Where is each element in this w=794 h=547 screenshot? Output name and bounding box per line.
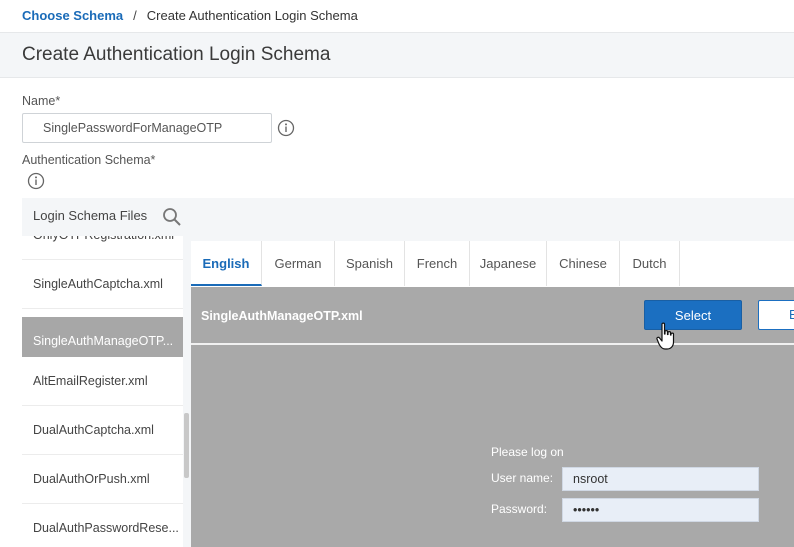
breadcrumb: Choose Schema / Create Authentication Logi…	[0, 0, 794, 32]
breadcrumb-separator: /	[133, 8, 137, 23]
breadcrumb-current: Create Authentication Login Schema	[146, 8, 358, 23]
tab-spanish[interactable]: Spanish	[335, 241, 405, 286]
files-header: Login Schema Files	[33, 208, 148, 223]
username-label: User name:	[491, 471, 554, 485]
file-list-scrollbar[interactable]	[184, 413, 189, 478]
preview-divider	[191, 343, 794, 345]
tab-chinese[interactable]: Chinese	[547, 241, 620, 286]
file-item[interactable]: DualAuthCaptcha.xml	[22, 406, 183, 455]
file-item[interactable]: DualAuthOrPush.xml	[22, 455, 183, 504]
hand-pointer-icon	[656, 322, 675, 350]
edit-button[interactable]: E	[758, 300, 794, 330]
info-icon[interactable]	[277, 119, 295, 137]
breadcrumb-link-choose-schema[interactable]: Choose Schema	[22, 8, 123, 23]
schema-preview: SingleAuthManageOTP.xml Select E Please …	[191, 287, 794, 547]
auth-schema-label: Authentication Schema*	[22, 153, 156, 167]
password-label: Password:	[491, 502, 548, 516]
info-icon[interactable]	[27, 172, 45, 190]
tab-japanese[interactable]: Japanese	[470, 241, 547, 286]
tab-german[interactable]: German	[262, 241, 335, 286]
preview-filename: SingleAuthManageOTP.xml	[201, 309, 363, 323]
file-item[interactable]: DualAuthPasswordRese...	[22, 504, 183, 547]
tab-french[interactable]: French	[405, 241, 470, 286]
language-tabs: English German Spanish French Japanese C…	[191, 241, 794, 287]
file-item[interactable]: AltEmailRegister.xml	[22, 357, 183, 406]
username-input[interactable]: nsroot	[562, 467, 759, 491]
tab-dutch[interactable]: Dutch	[620, 241, 680, 286]
password-input[interactable]: ••••••	[562, 498, 759, 522]
name-label: Name*	[22, 94, 61, 108]
search-icon[interactable]	[162, 207, 182, 227]
file-list: OnlyOTPRegistration.xml SingleAuthCaptch…	[22, 236, 183, 547]
page-title: Create Authentication Login Schema	[22, 44, 331, 65]
tab-english[interactable]: English	[191, 241, 262, 286]
title-bar: Create Authentication Login Schema	[0, 32, 794, 78]
name-input[interactable]: SinglePasswordForManageOTP	[22, 113, 272, 143]
file-item[interactable]: SingleAuthCaptcha.xml	[22, 260, 183, 309]
login-heading: Please log on	[491, 445, 564, 459]
file-item[interactable]: OnlyOTPRegistration.xml	[22, 236, 183, 260]
